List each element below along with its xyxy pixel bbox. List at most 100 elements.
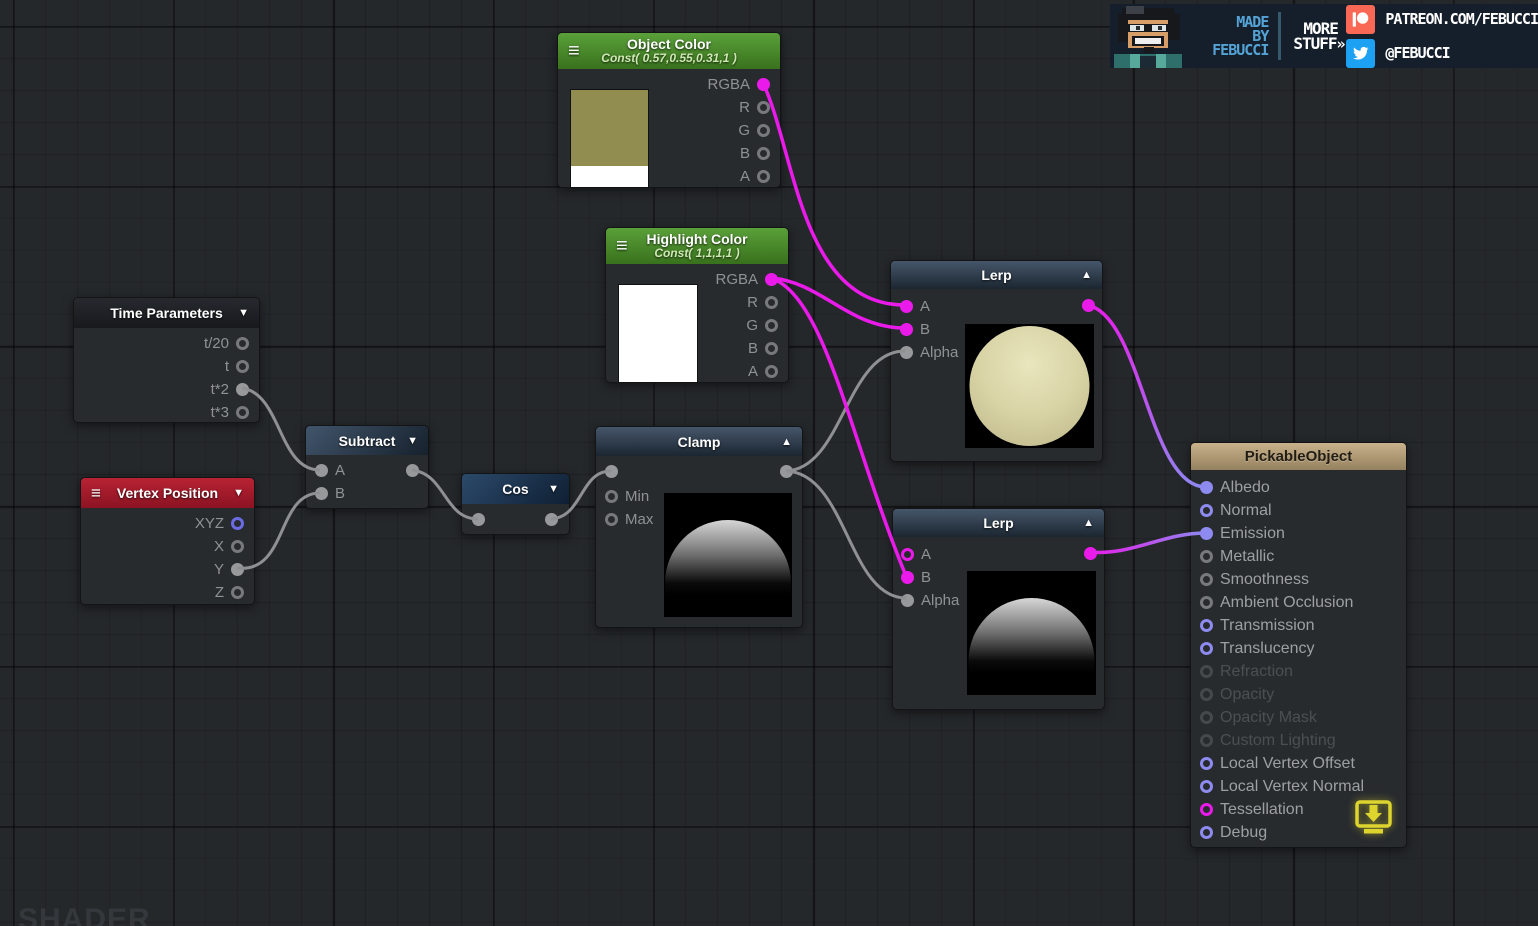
node-clamp-header[interactable]: Clamp ▲ bbox=[596, 427, 802, 456]
chevron-down-icon[interactable]: ▼ bbox=[548, 483, 559, 495]
input-port[interactable] bbox=[901, 571, 914, 584]
input-port[interactable] bbox=[900, 300, 913, 313]
input-port[interactable] bbox=[1200, 688, 1213, 701]
twitter-handle[interactable]: @FEBUCCI bbox=[1385, 44, 1449, 62]
port-row: B bbox=[606, 337, 788, 360]
node-pickable-object-header[interactable]: PickableObject bbox=[1191, 443, 1406, 470]
node-pickable-object[interactable]: PickableObject Albedo Normal Emission Me… bbox=[1190, 442, 1407, 848]
output-port[interactable] bbox=[757, 101, 770, 114]
patreon-icon[interactable] bbox=[1346, 5, 1375, 34]
port-label: B bbox=[921, 569, 931, 586]
node-time-parameters[interactable]: Time Parameters ▼ t/20 t t*2 t*3 bbox=[73, 297, 260, 423]
patreon-handle[interactable]: PATREON.COM/FEBUCCI bbox=[1385, 10, 1538, 28]
input-port[interactable] bbox=[1200, 642, 1213, 655]
port-row: Z bbox=[81, 581, 254, 604]
output-port[interactable] bbox=[236, 337, 249, 350]
input-port[interactable] bbox=[315, 487, 328, 500]
port-label: B bbox=[748, 340, 758, 357]
port-label: Smoothness bbox=[1220, 571, 1309, 589]
node-subtract[interactable]: Subtract ▼ A B bbox=[305, 425, 429, 509]
port-label: Transmission bbox=[1220, 617, 1315, 635]
input-port[interactable] bbox=[605, 490, 618, 503]
output-port[interactable] bbox=[757, 170, 770, 183]
node-cos-header[interactable]: Cos ▼ bbox=[462, 474, 569, 504]
port-label: Max bbox=[625, 511, 653, 528]
port-label: t*2 bbox=[211, 381, 229, 398]
node-lerp-top[interactable]: Lerp ▲ A B Alpha bbox=[890, 260, 1103, 462]
cos-output-port[interactable] bbox=[545, 513, 558, 526]
chevron-up-icon[interactable]: ▲ bbox=[1081, 269, 1092, 281]
output-port[interactable] bbox=[236, 383, 249, 396]
node-vertex-position[interactable]: ≡ Vertex Position ▼ XYZ X Y Z bbox=[80, 477, 255, 605]
input-port[interactable] bbox=[900, 346, 913, 359]
input-port[interactable] bbox=[901, 594, 914, 607]
input-port[interactable] bbox=[1200, 665, 1213, 678]
input-port[interactable] bbox=[1200, 711, 1213, 724]
port-row: Custom Lighting bbox=[1191, 729, 1406, 752]
chevron-up-icon[interactable]: ▲ bbox=[781, 436, 792, 448]
input-port[interactable] bbox=[1200, 550, 1213, 563]
twitter-link[interactable]: @FEBUCCI bbox=[1346, 38, 1538, 68]
input-port[interactable] bbox=[315, 464, 328, 477]
input-port[interactable] bbox=[1200, 826, 1213, 839]
menu-icon[interactable]: ≡ bbox=[616, 236, 628, 256]
input-port[interactable] bbox=[901, 548, 914, 561]
output-port[interactable] bbox=[757, 78, 770, 91]
patreon-link[interactable]: PATREON.COM/FEBUCCI bbox=[1346, 4, 1538, 34]
output-port[interactable] bbox=[757, 147, 770, 160]
node-vertex-position-header[interactable]: ≡ Vertex Position ▼ bbox=[81, 478, 254, 508]
node-lerp-bottom-header[interactable]: Lerp ▲ bbox=[893, 509, 1104, 537]
node-subtract-header[interactable]: Subtract ▼ bbox=[306, 426, 428, 455]
node-cos[interactable]: Cos ▼ bbox=[461, 473, 570, 535]
subtract-output-port[interactable] bbox=[406, 464, 419, 477]
input-port[interactable] bbox=[605, 513, 618, 526]
input-port[interactable] bbox=[1200, 734, 1213, 747]
chevron-up-icon[interactable]: ▲ bbox=[1083, 517, 1094, 529]
input-port[interactable] bbox=[1200, 780, 1213, 793]
output-port[interactable] bbox=[231, 586, 244, 599]
output-port[interactable] bbox=[231, 540, 244, 553]
output-port[interactable] bbox=[231, 563, 244, 576]
node-highlight-color-header[interactable]: ≡ Highlight Color Const( 1,1,1,1 ) bbox=[606, 228, 788, 264]
output-port[interactable] bbox=[236, 360, 249, 373]
node-object-color[interactable]: ≡ Object Color Const( 0.57,0.55,0.31,1 )… bbox=[557, 32, 781, 188]
output-port[interactable] bbox=[765, 273, 778, 286]
shader-graph-canvas[interactable]: SHADER ≡ Object Color Const( 0.57,0.55 bbox=[0, 0, 1538, 926]
node-lerp-top-header[interactable]: Lerp ▲ bbox=[891, 261, 1102, 289]
chevron-down-icon[interactable]: ▼ bbox=[233, 487, 244, 499]
input-port[interactable] bbox=[1200, 527, 1213, 540]
chevron-down-icon[interactable]: ▼ bbox=[238, 307, 249, 319]
node-highlight-color[interactable]: ≡ Highlight Color Const( 1,1,1,1 ) RGBA … bbox=[605, 227, 789, 383]
input-port[interactable] bbox=[1200, 803, 1213, 816]
node-time-parameters-header[interactable]: Time Parameters ▼ bbox=[74, 298, 259, 328]
chevron-down-icon[interactable]: ▼ bbox=[407, 435, 418, 447]
lerp-top-output-port[interactable] bbox=[1082, 299, 1095, 312]
menu-icon[interactable]: ≡ bbox=[568, 41, 580, 61]
port-label: X bbox=[214, 538, 224, 555]
output-port[interactable] bbox=[231, 517, 244, 530]
download-shader-icon[interactable] bbox=[1354, 800, 1394, 841]
cos-input-port[interactable] bbox=[472, 513, 485, 526]
output-port[interactable] bbox=[765, 319, 778, 332]
output-port[interactable] bbox=[765, 342, 778, 355]
output-port[interactable] bbox=[765, 365, 778, 378]
node-object-color-header[interactable]: ≡ Object Color Const( 0.57,0.55,0.31,1 ) bbox=[558, 33, 780, 69]
output-port[interactable] bbox=[765, 296, 778, 309]
output-port[interactable] bbox=[236, 406, 249, 419]
twitter-icon[interactable] bbox=[1346, 39, 1375, 68]
menu-icon[interactable]: ≡ bbox=[91, 485, 101, 502]
lerp-bottom-output-port[interactable] bbox=[1084, 547, 1097, 560]
input-port[interactable] bbox=[1200, 481, 1213, 494]
input-port[interactable] bbox=[1200, 757, 1213, 770]
input-port[interactable] bbox=[1200, 619, 1213, 632]
node-lerp-bottom[interactable]: Lerp ▲ A B Alpha bbox=[892, 508, 1105, 710]
node-clamp[interactable]: Clamp ▲ Min Max bbox=[595, 426, 803, 628]
port-label: A bbox=[921, 546, 931, 563]
port-label: A bbox=[335, 462, 345, 479]
input-port[interactable] bbox=[1200, 504, 1213, 517]
input-port[interactable] bbox=[1200, 573, 1213, 586]
input-port[interactable] bbox=[900, 323, 913, 336]
output-port[interactable] bbox=[757, 124, 770, 137]
input-port[interactable] bbox=[1200, 596, 1213, 609]
port-row: t*2 bbox=[74, 378, 259, 401]
